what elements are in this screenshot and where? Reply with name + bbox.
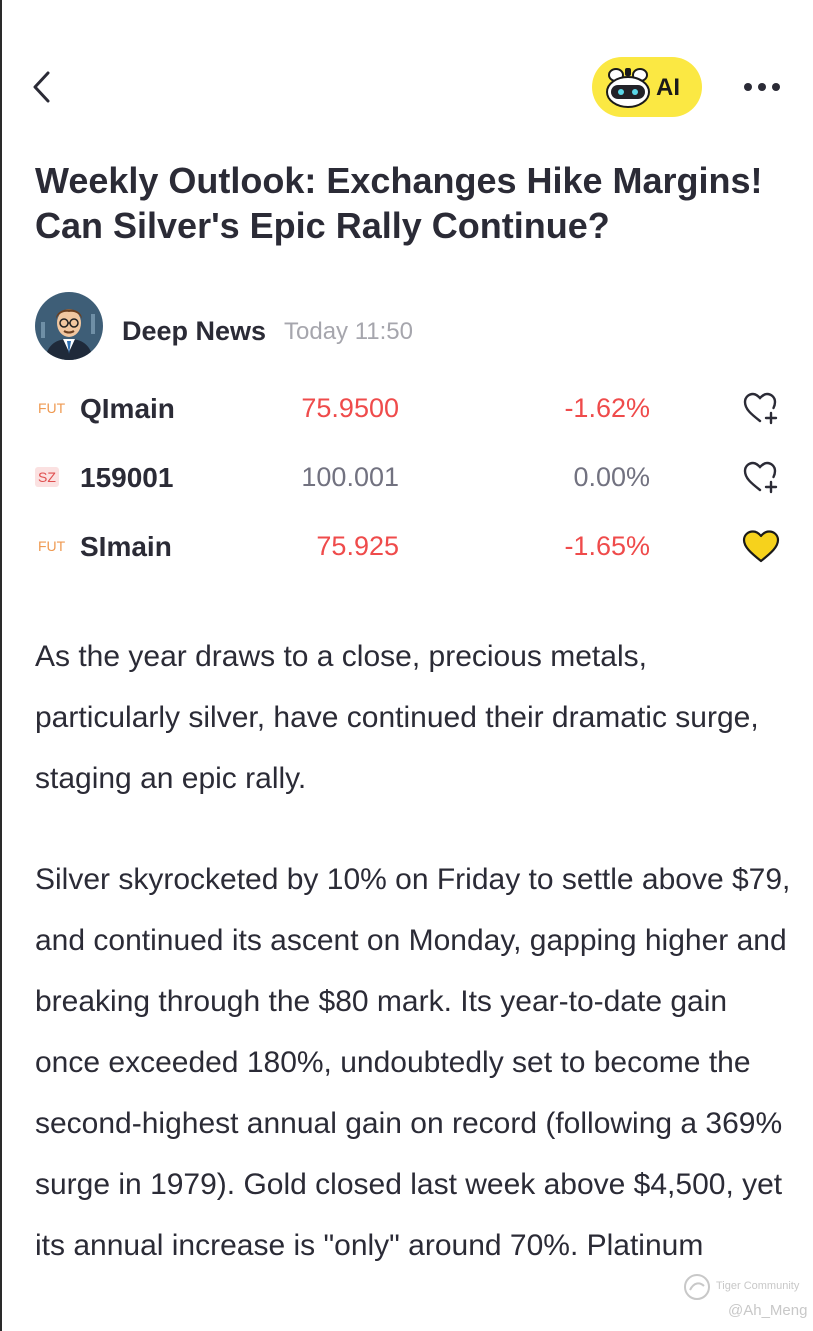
article-title: Weekly Outlook: Exchanges Hike Margins! … [35, 160, 763, 246]
ai-robot-icon [606, 68, 650, 108]
watermark-brand: Tiger Community [716, 1280, 800, 1292]
market-badge: FUT [38, 538, 66, 554]
quote-price: 100.001 [301, 462, 399, 492]
watermark-user: @Ah_Meng [728, 1302, 808, 1319]
tiger-logo-icon [684, 1274, 710, 1300]
quote-change: -1.62% [564, 393, 650, 423]
heart-plus-icon [743, 392, 778, 425]
author-name[interactable]: Deep News [122, 316, 266, 347]
market-badge: SZ [35, 467, 59, 487]
author-row: Deep News Today 11:50 [35, 292, 795, 362]
avatar-image [35, 292, 103, 360]
top-bar: AI [0, 55, 813, 119]
add-to-watchlist-button[interactable] [741, 391, 781, 427]
quote-price: 75.925 [316, 531, 399, 561]
add-to-watchlist-button[interactable] [741, 460, 781, 496]
ai-label: AI [656, 74, 680, 101]
market-badge: FUT [38, 400, 66, 416]
quote-row[interactable]: FUT QImain 75.9500 -1.62% [35, 383, 795, 433]
quote-symbol: QImain [80, 393, 175, 424]
article-paragraph: As the year draws to a close, precious m… [35, 640, 759, 795]
back-button[interactable] [28, 65, 60, 109]
ai-assistant-button[interactable]: AI [592, 57, 702, 117]
more-options-button[interactable] [740, 75, 784, 99]
quote-row[interactable]: SZ 159001 100.001 0.00% [35, 452, 795, 502]
author-avatar[interactable] [35, 292, 103, 360]
quote-row[interactable]: FUT SImain 75.925 -1.65% [35, 521, 795, 571]
quote-change: 0.00% [573, 462, 650, 492]
quote-price: 75.9500 [301, 393, 399, 423]
quote-symbol: SImain [80, 531, 172, 562]
post-time: Today 11:50 [284, 318, 413, 345]
heart-plus-icon [743, 461, 778, 494]
article-paragraph: Silver skyrocketed by 10% on Friday to s… [35, 863, 791, 1262]
heart-filled-icon [742, 530, 780, 563]
remove-from-watchlist-button[interactable] [741, 529, 781, 565]
back-chevron-icon [33, 71, 50, 103]
quote-symbol: 159001 [80, 462, 174, 493]
watermark: Tiger Community @Ah_Meng [682, 1272, 812, 1328]
quote-change: -1.65% [564, 531, 650, 561]
frame-edge [0, 0, 2, 1331]
more-dots-icon [744, 83, 780, 91]
